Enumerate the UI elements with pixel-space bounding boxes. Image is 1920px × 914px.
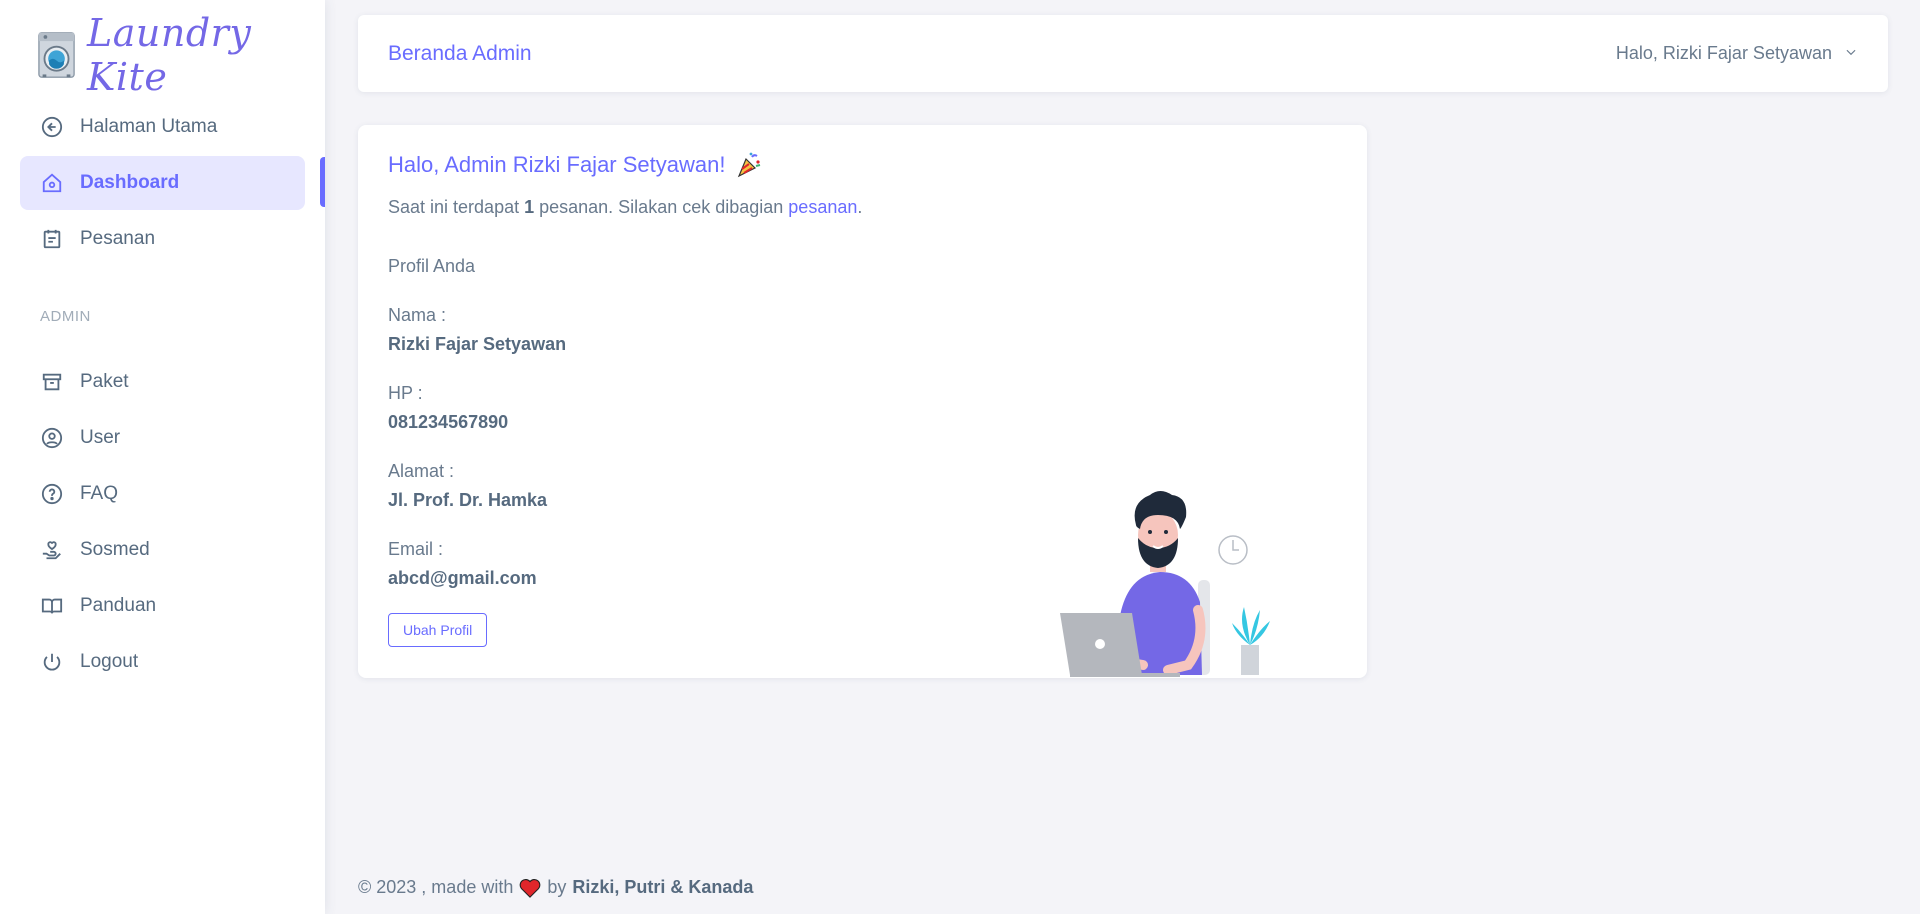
sidebar-item-label: Logout (80, 651, 139, 672)
order-notice: Saat ini terdapat 1 pesanan. Silakan cek… (388, 197, 1337, 218)
active-menu-indicator (320, 157, 325, 207)
sidebar-menu: Halaman Utama Dashboard Pesanan ADMIN Pa… (20, 100, 305, 691)
heart-icon (520, 878, 541, 898)
sidebar-item-label: User (80, 427, 121, 448)
sidebar-item-label: Halaman Utama (80, 116, 218, 137)
calendar-icon (40, 227, 64, 251)
sidebar-item-logout[interactable]: Logout (20, 635, 305, 689)
sidebar-item-label: Paket (80, 371, 129, 392)
sidebar-item-faq[interactable]: FAQ (20, 467, 305, 521)
phone-value: 081234567890 (388, 412, 509, 432)
top-navbar: Beranda Admin Halo, Rizki Fajar Setyawan (358, 15, 1888, 92)
sidebar-item-halaman-utama[interactable]: Halaman Utama (20, 100, 305, 154)
greeting-text: Halo, Admin Rizki Fajar Setyawan! (388, 152, 726, 177)
name-label: Nama : (388, 305, 447, 325)
page-footer: © 2023 , made with by Rizki, Putri & Kan… (358, 877, 753, 898)
sidebar: Laundry Kite Halaman Utama Dashboard Pes… (0, 0, 325, 914)
footer-authors: Rizki, Putri & Kanada (572, 877, 754, 897)
arrow-left-circle-icon (40, 115, 64, 139)
party-popper-icon (738, 152, 761, 178)
user-circle-icon (40, 426, 64, 450)
sidebar-item-label: Pesanan (80, 228, 156, 249)
sidebar-item-label: Dashboard (80, 172, 180, 193)
brand-name: Laundry Kite (87, 11, 252, 99)
notice-prefix: Saat ini terdapat (388, 197, 525, 217)
sidebar-item-label: Sosmed (80, 539, 150, 560)
hand-heart-icon (40, 538, 64, 562)
sidebar-item-label: Panduan (80, 595, 157, 616)
sidebar-item-paket[interactable]: Paket (20, 355, 305, 409)
user-greeting: Halo, Rizki Fajar Setyawan (1615, 43, 1832, 63)
washing-machine-icon (38, 32, 75, 78)
power-icon (40, 650, 64, 674)
archive-icon (40, 370, 64, 394)
card-greeting: Halo, Admin Rizki Fajar Setyawan! (388, 151, 1337, 179)
order-count: 1 (524, 197, 535, 217)
welcome-card: Halo, Admin Rizki Fajar Setyawan! Saat i… (358, 125, 1367, 678)
sidebar-item-pesanan[interactable]: Pesanan (20, 212, 305, 266)
menu-section-header: ADMIN (40, 308, 91, 325)
sidebar-item-user[interactable]: User (20, 411, 305, 465)
man-with-laptop-illustration (1060, 491, 1270, 677)
footer-prefix: © 2023 , made with (358, 877, 514, 897)
footer-by: by (547, 877, 567, 897)
phone-label: HP : (388, 383, 423, 403)
notice-middle: pesanan. Silakan cek dibagian (534, 197, 789, 217)
address-label: Alamat : (388, 461, 455, 481)
user-menu-dropdown[interactable]: Halo, Rizki Fajar Setyawan (1616, 43, 1858, 64)
book-icon (40, 594, 64, 618)
chevron-down-icon (1844, 43, 1858, 64)
profile-section-title: Profil Anda (388, 256, 476, 276)
name-value: Rizki Fajar Setyawan (388, 334, 567, 354)
notice-suffix: . (857, 197, 863, 217)
orders-link[interactable]: pesanan (788, 197, 857, 217)
home-icon (40, 171, 64, 195)
edit-profile-button[interactable]: Ubah Profil (388, 613, 488, 647)
sidebar-item-dashboard[interactable]: Dashboard (20, 156, 305, 210)
brand[interactable]: Laundry Kite (38, 11, 325, 99)
page-title: Beranda Admin (388, 41, 532, 65)
question-circle-icon (40, 482, 64, 506)
sidebar-item-panduan[interactable]: Panduan (20, 579, 305, 633)
sidebar-item-sosmed[interactable]: Sosmed (20, 523, 305, 577)
sidebar-item-label: FAQ (80, 483, 119, 504)
